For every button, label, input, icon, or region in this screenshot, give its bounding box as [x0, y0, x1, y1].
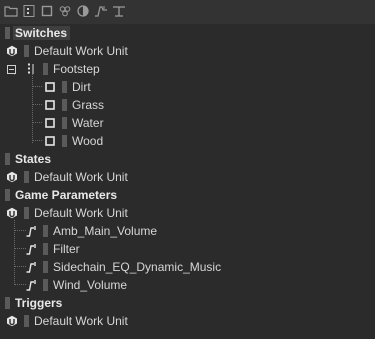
switch-marker: [62, 117, 67, 129]
work-unit-icon: [6, 315, 18, 327]
tree-item-switch[interactable]: Water: [0, 114, 375, 132]
work-unit-marker: [24, 315, 29, 327]
switch-marker: [62, 135, 67, 147]
parameter-marker: [43, 225, 48, 237]
game-parameter-label: Amb_Main_Volume: [53, 224, 158, 238]
tree-item-game-parameter[interactable]: Amb_Main_Volume: [0, 222, 375, 240]
parameter-marker: [43, 279, 48, 291]
group-marker: [43, 63, 48, 75]
parameter-marker: [43, 243, 48, 255]
work-unit-label: Default Work Unit: [34, 206, 128, 220]
tree-item-work-unit[interactable]: Default Work Unit: [0, 42, 375, 60]
switch-group-icon[interactable]: [22, 4, 36, 18]
header-marker: [5, 153, 10, 165]
state-icon[interactable]: [76, 4, 90, 18]
switch-icon: [45, 82, 55, 92]
switch-icon: [45, 100, 55, 110]
game-parameter-icon: [26, 243, 38, 255]
work-unit-marker: [24, 207, 29, 219]
tree-item-work-unit[interactable]: Default Work Unit: [0, 312, 375, 330]
game-parameter-icon[interactable]: [94, 4, 108, 18]
tree-item-game-parameter[interactable]: Filter: [0, 240, 375, 258]
switch-icon: [45, 136, 55, 146]
switch-label: Grass: [72, 98, 105, 112]
work-unit-icon: [6, 207, 18, 219]
switch-marker: [62, 81, 67, 93]
work-unit-icon: [6, 171, 18, 183]
tree-header-switches[interactable]: Switches: [0, 24, 375, 42]
header-label: Triggers: [15, 296, 63, 310]
trigger-icon[interactable]: [112, 4, 126, 18]
work-unit-marker: [24, 171, 29, 183]
tree-item-switch[interactable]: Dirt: [0, 78, 375, 96]
switch-icon: [45, 118, 55, 128]
work-unit-icon: [6, 45, 18, 57]
game-parameter-label: Wind_Volume: [53, 278, 128, 292]
game-parameter-icon: [26, 225, 38, 237]
switch-group-icon: [27, 63, 35, 75]
header-marker: [5, 27, 10, 39]
tree-item-switch[interactable]: Grass: [0, 96, 375, 114]
game-parameter-icon: [26, 261, 38, 273]
switch-label: Water: [72, 116, 104, 130]
tree-item-work-unit[interactable]: Default Work Unit: [0, 168, 375, 186]
work-unit-label: Default Work Unit: [34, 170, 128, 184]
switch-icon[interactable]: [40, 4, 54, 18]
tree-item-game-parameter[interactable]: Sidechain_EQ_Dynamic_Music: [0, 258, 375, 276]
collapse-toggle-icon[interactable]: [7, 65, 16, 74]
switch-marker: [62, 99, 67, 111]
header-label: Switches: [13, 26, 71, 40]
tree-header-game-parameters[interactable]: Game Parameters: [0, 186, 375, 204]
header-label: States: [15, 152, 52, 166]
tree-header-triggers[interactable]: Triggers: [0, 294, 375, 312]
header-marker: [5, 297, 10, 309]
work-unit-label: Default Work Unit: [34, 314, 128, 328]
project-explorer-tree: Switches Default Work Unit Footstep Dirt…: [0, 24, 375, 339]
switch-label: Dirt: [72, 80, 91, 94]
header-marker: [5, 189, 10, 201]
switch-group-label: Footstep: [53, 62, 100, 76]
tree-item-switch-group-footstep[interactable]: Footstep: [0, 60, 375, 78]
parameter-marker: [43, 261, 48, 273]
work-unit-label: Default Work Unit: [34, 44, 128, 58]
state-group-icon[interactable]: [58, 4, 72, 18]
game-parameter-label: Filter: [53, 242, 80, 256]
tree-item-switch[interactable]: Wood: [0, 132, 375, 150]
work-unit-marker: [24, 45, 29, 57]
switch-label: Wood: [72, 134, 104, 148]
folder-icon[interactable]: [4, 4, 18, 18]
game-parameter-label: Sidechain_EQ_Dynamic_Music: [53, 260, 222, 274]
tree-header-states[interactable]: States: [0, 150, 375, 168]
tree-item-work-unit[interactable]: Default Work Unit: [0, 204, 375, 222]
tree-item-game-parameter[interactable]: Wind_Volume: [0, 276, 375, 294]
browser-toolbar: [0, 0, 375, 24]
header-label: Game Parameters: [15, 188, 118, 202]
game-parameter-icon: [26, 279, 38, 291]
